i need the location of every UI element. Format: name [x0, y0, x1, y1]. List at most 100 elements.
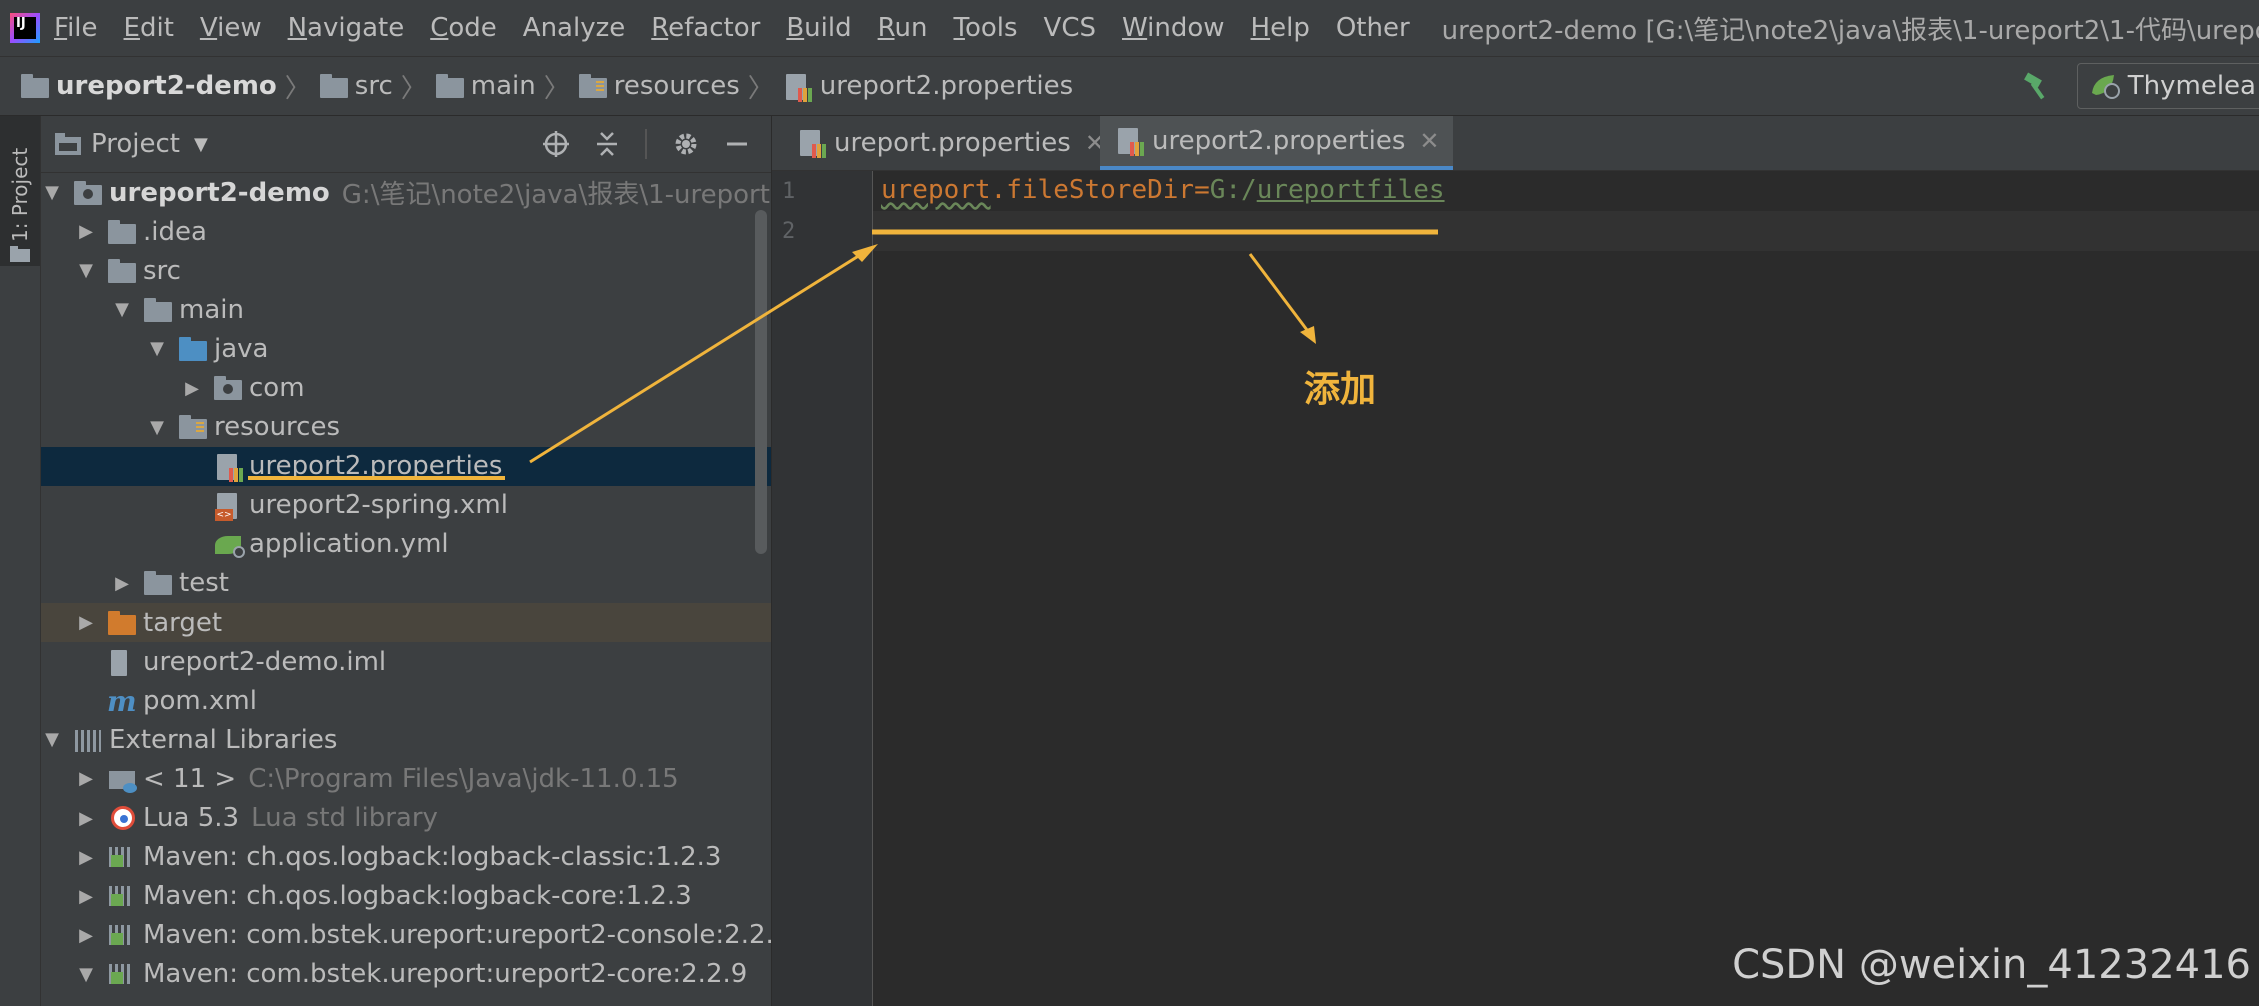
- excluded-folder-icon: [107, 609, 137, 637]
- breadcrumb-resources[interactable]: resources: [614, 71, 740, 101]
- tree-item-maven-library[interactable]: ▼ Maven: com.bstek.ureport:ureport2-core…: [41, 955, 771, 994]
- tree-item-project-root[interactable]: ▼ ureport2-demo G:\笔记\note2\java\报表\1-ur…: [41, 173, 771, 212]
- tab-label: ureport.properties: [834, 128, 1071, 158]
- tree-item-test[interactable]: ▶ test: [41, 564, 771, 603]
- tree-item-idea[interactable]: ▶ .idea: [41, 212, 771, 251]
- collapsed-arrow-icon[interactable]: ▶: [75, 768, 97, 789]
- menu-vcs[interactable]: VCS: [1044, 13, 1096, 43]
- tree-item-java[interactable]: ▼ java: [41, 329, 771, 368]
- project-view-selector[interactable]: Project ▼: [55, 129, 208, 159]
- locate-file-icon[interactable]: [543, 131, 569, 157]
- menu-build[interactable]: Build: [786, 13, 851, 43]
- collapsed-arrow-icon[interactable]: ▶: [75, 612, 97, 633]
- property-equals: =: [1194, 175, 1210, 205]
- breadcrumb-src[interactable]: src: [355, 71, 393, 101]
- source-folder-icon: [178, 335, 208, 363]
- library-icon: [73, 726, 103, 754]
- tree-item-iml[interactable]: ureport2-demo.iml: [41, 642, 771, 681]
- minimize-icon[interactable]: [725, 131, 749, 157]
- project-panel-tools: [543, 116, 749, 172]
- collapse-all-icon[interactable]: [595, 131, 619, 157]
- run-configuration-selector[interactable]: Thymelea: [2076, 63, 2259, 109]
- tree-item-path: G:\笔记\note2\java\报表\1-ureport2\1: [341, 180, 771, 211]
- tab-ureport2-properties[interactable]: ureport2.properties ✕: [1100, 116, 1454, 170]
- tree-item-target[interactable]: ▶ target: [41, 603, 771, 643]
- breadcrumb-file[interactable]: ureport2.properties: [820, 71, 1073, 101]
- tree-item-label: main: [179, 294, 244, 325]
- collapsed-arrow-icon[interactable]: ▶: [181, 378, 203, 399]
- tree-item-maven-library[interactable]: ▶ Maven: com.bstek.ureport:ureport2-cons…: [41, 916, 771, 955]
- tree-item-jdk[interactable]: ▶ < 11 > C:\Program Files\Java\jdk-11.0.…: [41, 759, 771, 798]
- tree-item-maven-library[interactable]: ▶ Maven: ch.qos.logback:logback-classic:…: [41, 838, 771, 877]
- jdk-icon: [107, 765, 137, 793]
- tree-item-spring-xml[interactable]: <> ureport2-spring.xml: [41, 486, 771, 525]
- tree-item-label: src: [143, 255, 181, 286]
- menu-code[interactable]: Code: [430, 13, 497, 43]
- tree-item-src[interactable]: ▼ src: [41, 251, 771, 290]
- tree-item-label: application.yml: [249, 529, 449, 560]
- tree-item-pom[interactable]: m pom.xml: [41, 681, 771, 720]
- tree-item-label: Maven: com.bstek.ureport:ureport2-core:2…: [143, 959, 748, 990]
- tree-item-label: pom.xml: [143, 685, 257, 716]
- tree-item-external-libraries[interactable]: ▼ External Libraries: [41, 720, 771, 759]
- tree-item-ureport2-properties[interactable]: ureport2.properties: [41, 446, 771, 486]
- collapsed-arrow-icon[interactable]: ▶: [75, 808, 97, 829]
- tree-item-label: resources: [214, 412, 341, 443]
- tab-ureport-properties[interactable]: ureport.properties ✕: [782, 116, 1119, 170]
- expanded-arrow-icon[interactable]: ▼: [146, 338, 168, 359]
- expanded-arrow-icon[interactable]: ▼: [41, 182, 63, 203]
- annotation-label: 添加: [1304, 369, 1377, 410]
- gear-icon[interactable]: [673, 131, 699, 157]
- code-editor[interactable]: ureport.fileStoreDir=G:/ureportfiles: [873, 171, 2259, 1006]
- project-tool-window-button[interactable]: 1: Project: [0, 116, 40, 266]
- iml-file-icon: [107, 648, 137, 676]
- intellij-logo-icon: [10, 13, 40, 43]
- tree-item-label: ureport2-demo: [109, 177, 330, 208]
- menu-analyze[interactable]: Analyze: [523, 13, 625, 43]
- folder-icon: [319, 72, 349, 100]
- expanded-arrow-icon[interactable]: ▼: [75, 260, 97, 281]
- menu-window[interactable]: Window: [1122, 13, 1225, 43]
- tree-item-path: C:\Program Files\Java\jdk-11.0.15: [248, 763, 679, 794]
- folder-icon: [143, 569, 173, 597]
- menu-navigate[interactable]: Navigate: [288, 13, 405, 43]
- build-hammer-icon[interactable]: [2021, 70, 2053, 102]
- menu-help[interactable]: Help: [1251, 13, 1310, 43]
- tree-item-com[interactable]: ▶ com: [41, 368, 771, 407]
- tree-item-maven-library[interactable]: ▶ Maven: ch.qos.logback:logback-core:1.2…: [41, 877, 771, 916]
- breadcrumb-main[interactable]: main: [471, 71, 536, 101]
- menu-edit[interactable]: Edit: [124, 13, 174, 43]
- tree-item-lua[interactable]: ▶ Lua 5.3 Lua std library: [41, 799, 771, 838]
- collapsed-arrow-icon[interactable]: ▶: [75, 886, 97, 907]
- tree-item-label: ureport2.properties: [249, 451, 503, 482]
- collapsed-arrow-icon[interactable]: ▶: [75, 221, 97, 242]
- project-tree-scrollbar[interactable]: [755, 210, 767, 554]
- menu-run[interactable]: Run: [878, 13, 928, 43]
- collapsed-arrow-icon[interactable]: ▶: [111, 573, 133, 594]
- folder-icon: [10, 246, 30, 262]
- expanded-arrow-icon[interactable]: ▼: [41, 729, 63, 750]
- tree-item-label: com: [249, 373, 305, 404]
- current-line-highlight: [873, 211, 2259, 251]
- chevron-down-icon: ▼: [193, 133, 208, 155]
- menu-other[interactable]: Other: [1336, 13, 1410, 43]
- tree-item-application-yml[interactable]: application.yml: [41, 525, 771, 564]
- tree-item-label: < 11 >: [143, 763, 237, 794]
- breadcrumb-project[interactable]: ureport2-demo: [56, 71, 277, 101]
- tree-item-main[interactable]: ▼ main: [41, 290, 771, 329]
- expanded-arrow-icon[interactable]: ▼: [111, 299, 133, 320]
- expanded-arrow-icon[interactable]: ▼: [146, 417, 168, 438]
- module-folder-icon: [20, 72, 50, 100]
- collapsed-arrow-icon[interactable]: ▶: [75, 847, 97, 868]
- expanded-arrow-icon[interactable]: ▼: [75, 964, 97, 985]
- collapsed-arrow-icon[interactable]: ▶: [75, 925, 97, 946]
- tree-item-resources[interactable]: ▼ resources: [41, 408, 771, 447]
- menu-refactor[interactable]: Refactor: [651, 13, 760, 43]
- watermark: CSDN @weixin_41232416: [1732, 942, 2251, 988]
- properties-file-icon: [796, 128, 826, 158]
- menu-view[interactable]: View: [200, 13, 262, 43]
- menu-tools[interactable]: Tools: [953, 13, 1017, 43]
- close-icon[interactable]: ✕: [1419, 127, 1439, 155]
- menu-bar: File Edit View Navigate Code Analyze Ref…: [0, 0, 2259, 57]
- menu-file[interactable]: File: [54, 13, 98, 43]
